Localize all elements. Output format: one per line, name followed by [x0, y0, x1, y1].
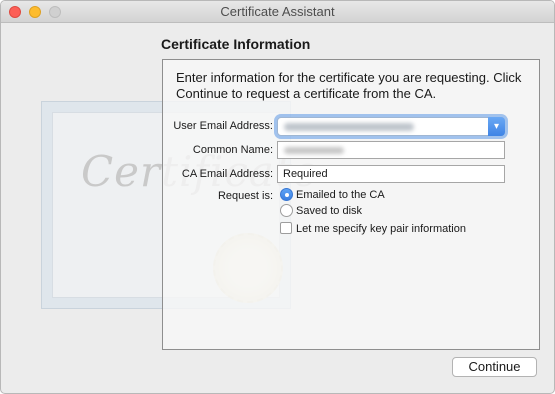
redacted-email-value [284, 123, 414, 131]
radio-selected-icon[interactable] [280, 188, 293, 201]
emailed-to-ca-label: Emailed to the CA [296, 189, 385, 201]
ca-email-label: CA Email Address: [181, 168, 273, 180]
common-name-field[interactable] [277, 141, 505, 159]
user-email-label: User Email Address: [173, 120, 273, 132]
title-bar: Certificate Assistant [1, 1, 554, 23]
chevron-down-icon[interactable]: ▾ [488, 117, 505, 136]
continue-button[interactable]: Continue [452, 357, 537, 377]
redacted-common-name-value [284, 147, 344, 154]
user-email-select[interactable]: ▾ [277, 117, 505, 136]
page-title: Certificate Information [161, 36, 311, 52]
intro-text: Enter information for the certificate yo… [176, 70, 522, 101]
ca-email-field[interactable]: Required [277, 165, 505, 183]
key-pair-label: Let me specify key pair information [296, 223, 466, 235]
certificate-form-panel: Enter information for the certificate yo… [162, 59, 540, 350]
radio-unselected-icon[interactable] [280, 204, 293, 217]
certificate-assistant-window: Certificate Assistant Certificate Certif… [0, 0, 555, 394]
checkbox-icon[interactable] [280, 222, 292, 234]
saved-to-disk-label: Saved to disk [296, 205, 363, 217]
window-title: Certificate Assistant [220, 4, 335, 19]
request-is-label: Request is: [217, 190, 273, 202]
common-name-label: Common Name: [192, 144, 273, 156]
